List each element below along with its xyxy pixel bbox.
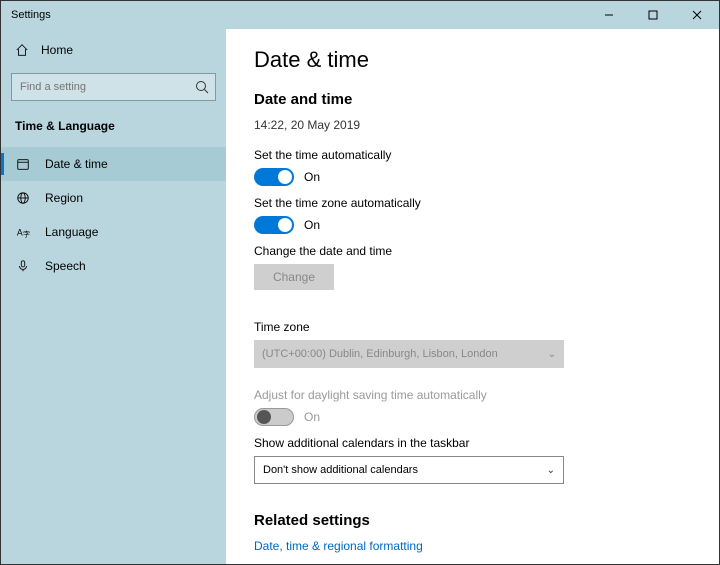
auto-tz-toggle[interactable] (254, 216, 294, 234)
sidebar-item-region[interactable]: Region (1, 181, 226, 215)
microphone-icon (15, 259, 31, 273)
link-additional-clocks[interactable]: Add clocks for different time zones (254, 563, 691, 564)
app-body: Home Time & Language Date & time (1, 29, 719, 564)
sidebar: Home Time & Language Date & time (1, 29, 226, 564)
language-icon: A字 (15, 225, 31, 239)
auto-tz-label: Set the time zone automatically (254, 196, 691, 210)
auto-time-label: Set the time automatically (254, 148, 691, 162)
sidebar-item-label: Speech (45, 259, 86, 273)
sidebar-section-title: Time & Language (1, 115, 226, 147)
auto-tz-state: On (304, 218, 320, 232)
svg-text:A: A (17, 228, 23, 238)
dst-label: Adjust for daylight saving time automati… (254, 388, 691, 402)
auto-time-state: On (304, 170, 320, 184)
additional-calendars-select[interactable]: Don't show additional calendars ⌄ (254, 456, 564, 484)
link-regional-formatting[interactable]: Date, time & regional formatting (254, 539, 691, 553)
additional-calendars-label: Show additional calendars in the taskbar (254, 436, 691, 450)
window-title: Settings (11, 9, 51, 21)
timezone-select: (UTC+00:00) Dublin, Edinburgh, Lisbon, L… (254, 340, 564, 368)
window-controls (587, 1, 719, 29)
globe-icon (15, 191, 31, 205)
maximize-button[interactable] (631, 1, 675, 29)
home-icon (15, 43, 29, 57)
related-heading: Related settings (254, 512, 691, 529)
app-window: Settings Home (0, 0, 720, 565)
additional-calendars-value: Don't show additional calendars (263, 464, 418, 476)
home-nav[interactable]: Home (1, 37, 226, 69)
sidebar-item-label: Date & time (45, 157, 108, 171)
sidebar-item-speech[interactable]: Speech (1, 249, 226, 283)
content-area: Date & time Date and time 14:22, 20 May … (226, 29, 719, 564)
svg-text:字: 字 (23, 229, 30, 238)
dst-state: On (304, 410, 320, 424)
section-date-time: Date and time (254, 91, 691, 108)
nav-items: Date & time Region A字 Language (1, 147, 226, 283)
sidebar-item-language[interactable]: A字 Language (1, 215, 226, 249)
change-dt-label: Change the date and time (254, 244, 691, 258)
timezone-label: Time zone (254, 320, 691, 334)
chevron-down-icon: ⌄ (547, 465, 555, 476)
sidebar-item-label: Region (45, 191, 83, 205)
search-icon (194, 79, 210, 95)
search-wrap (11, 73, 216, 101)
titlebar: Settings (1, 1, 719, 29)
change-button: Change (254, 264, 334, 290)
close-button[interactable] (675, 1, 719, 29)
current-datetime: 14:22, 20 May 2019 (254, 118, 691, 132)
sidebar-item-date-time[interactable]: Date & time (1, 147, 226, 181)
sidebar-item-label: Language (45, 225, 98, 239)
auto-time-toggle[interactable] (254, 168, 294, 186)
page-title: Date & time (254, 47, 691, 73)
dst-toggle (254, 408, 294, 426)
timezone-value: (UTC+00:00) Dublin, Edinburgh, Lisbon, L… (262, 348, 498, 360)
clock-icon (15, 157, 31, 171)
chevron-down-icon: ⌄ (548, 349, 556, 360)
search-input[interactable] (11, 73, 216, 101)
minimize-button[interactable] (587, 1, 631, 29)
home-label: Home (41, 43, 73, 57)
related-settings: Related settings Date, time & regional f… (254, 512, 691, 564)
